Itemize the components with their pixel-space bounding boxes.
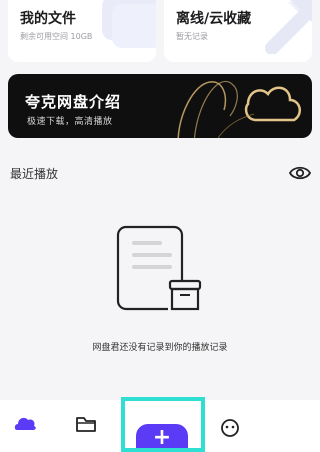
- offline-collection-title: 离线/云收藏: [176, 11, 252, 27]
- empty-play-record-text: 网盘君还没有记录到你的播放记录: [92, 343, 228, 353]
- offline-collection-status: 暂无记录: [176, 32, 208, 41]
- my-files-storage-text: 剩余可用空间 10GB: [20, 32, 93, 41]
- cloud-home-icon[interactable]: [14, 414, 38, 434]
- quark-drive-intro-banner[interactable]: 夸克网盘介绍 极速下载，高清播放: [8, 74, 312, 138]
- banner-subtitle: 极速下载，高清播放: [27, 117, 113, 127]
- banner-title: 夸克网盘介绍: [25, 93, 122, 111]
- eye-icon[interactable]: [288, 163, 312, 183]
- avatar-icon[interactable]: [220, 418, 240, 438]
- add-button-highlight: [121, 397, 205, 452]
- recent-play-title: 最近播放: [10, 167, 59, 181]
- cloud-logo-art-icon: [177, 81, 302, 138]
- folder-icon[interactable]: [75, 414, 97, 434]
- files-decoration-icon: [102, 0, 156, 48]
- empty-record-illustration-icon: [116, 225, 202, 313]
- arrow-decoration-icon: [265, 0, 312, 54]
- my-files-card[interactable]: 我的文件 剩余可用空间 10GB: [8, 0, 156, 62]
- offline-collection-card[interactable]: 离线/云收藏 暂无记录: [164, 0, 312, 62]
- my-files-title: 我的文件: [20, 11, 76, 27]
